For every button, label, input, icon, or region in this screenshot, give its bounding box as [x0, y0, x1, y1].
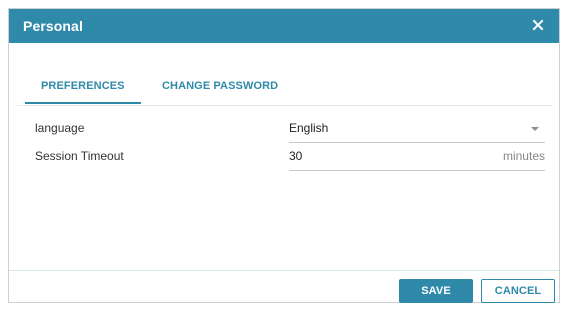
session-timeout-unit: minutes: [502, 149, 545, 163]
language-label: language: [35, 121, 85, 135]
tab-change-password[interactable]: CHANGE PASSWORD: [162, 80, 278, 92]
dialog-title: Personal: [23, 18, 83, 34]
tab-bar: PREFERENCES CHANGE PASSWORD: [17, 69, 552, 106]
session-timeout-label: Session Timeout: [35, 149, 124, 163]
tab-change-password-label: CHANGE PASSWORD: [162, 80, 279, 92]
dialog-titlebar: Personal: [9, 9, 559, 43]
dropdown-caret-icon[interactable]: [531, 127, 539, 131]
save-button[interactable]: SAVE: [399, 279, 473, 303]
language-row: language English: [35, 117, 545, 143]
active-tab-indicator: [25, 102, 141, 104]
cancel-button[interactable]: CANCEL: [481, 279, 555, 303]
personal-dialog: Personal PREFERENCES CHANGE PASSWORD lan…: [8, 8, 560, 303]
language-value: English: [289, 121, 329, 135]
tab-preferences[interactable]: PREFERENCES: [25, 80, 141, 104]
footer-divider: [9, 270, 559, 271]
session-timeout-input[interactable]: 30 minutes: [289, 145, 545, 171]
session-timeout-value: 30: [289, 149, 303, 163]
close-icon: [532, 19, 544, 31]
session-timeout-row: Session Timeout 30 minutes: [35, 145, 545, 171]
language-select[interactable]: English: [289, 117, 545, 143]
close-button[interactable]: [527, 14, 549, 36]
tab-preferences-label: PREFERENCES: [41, 80, 125, 92]
